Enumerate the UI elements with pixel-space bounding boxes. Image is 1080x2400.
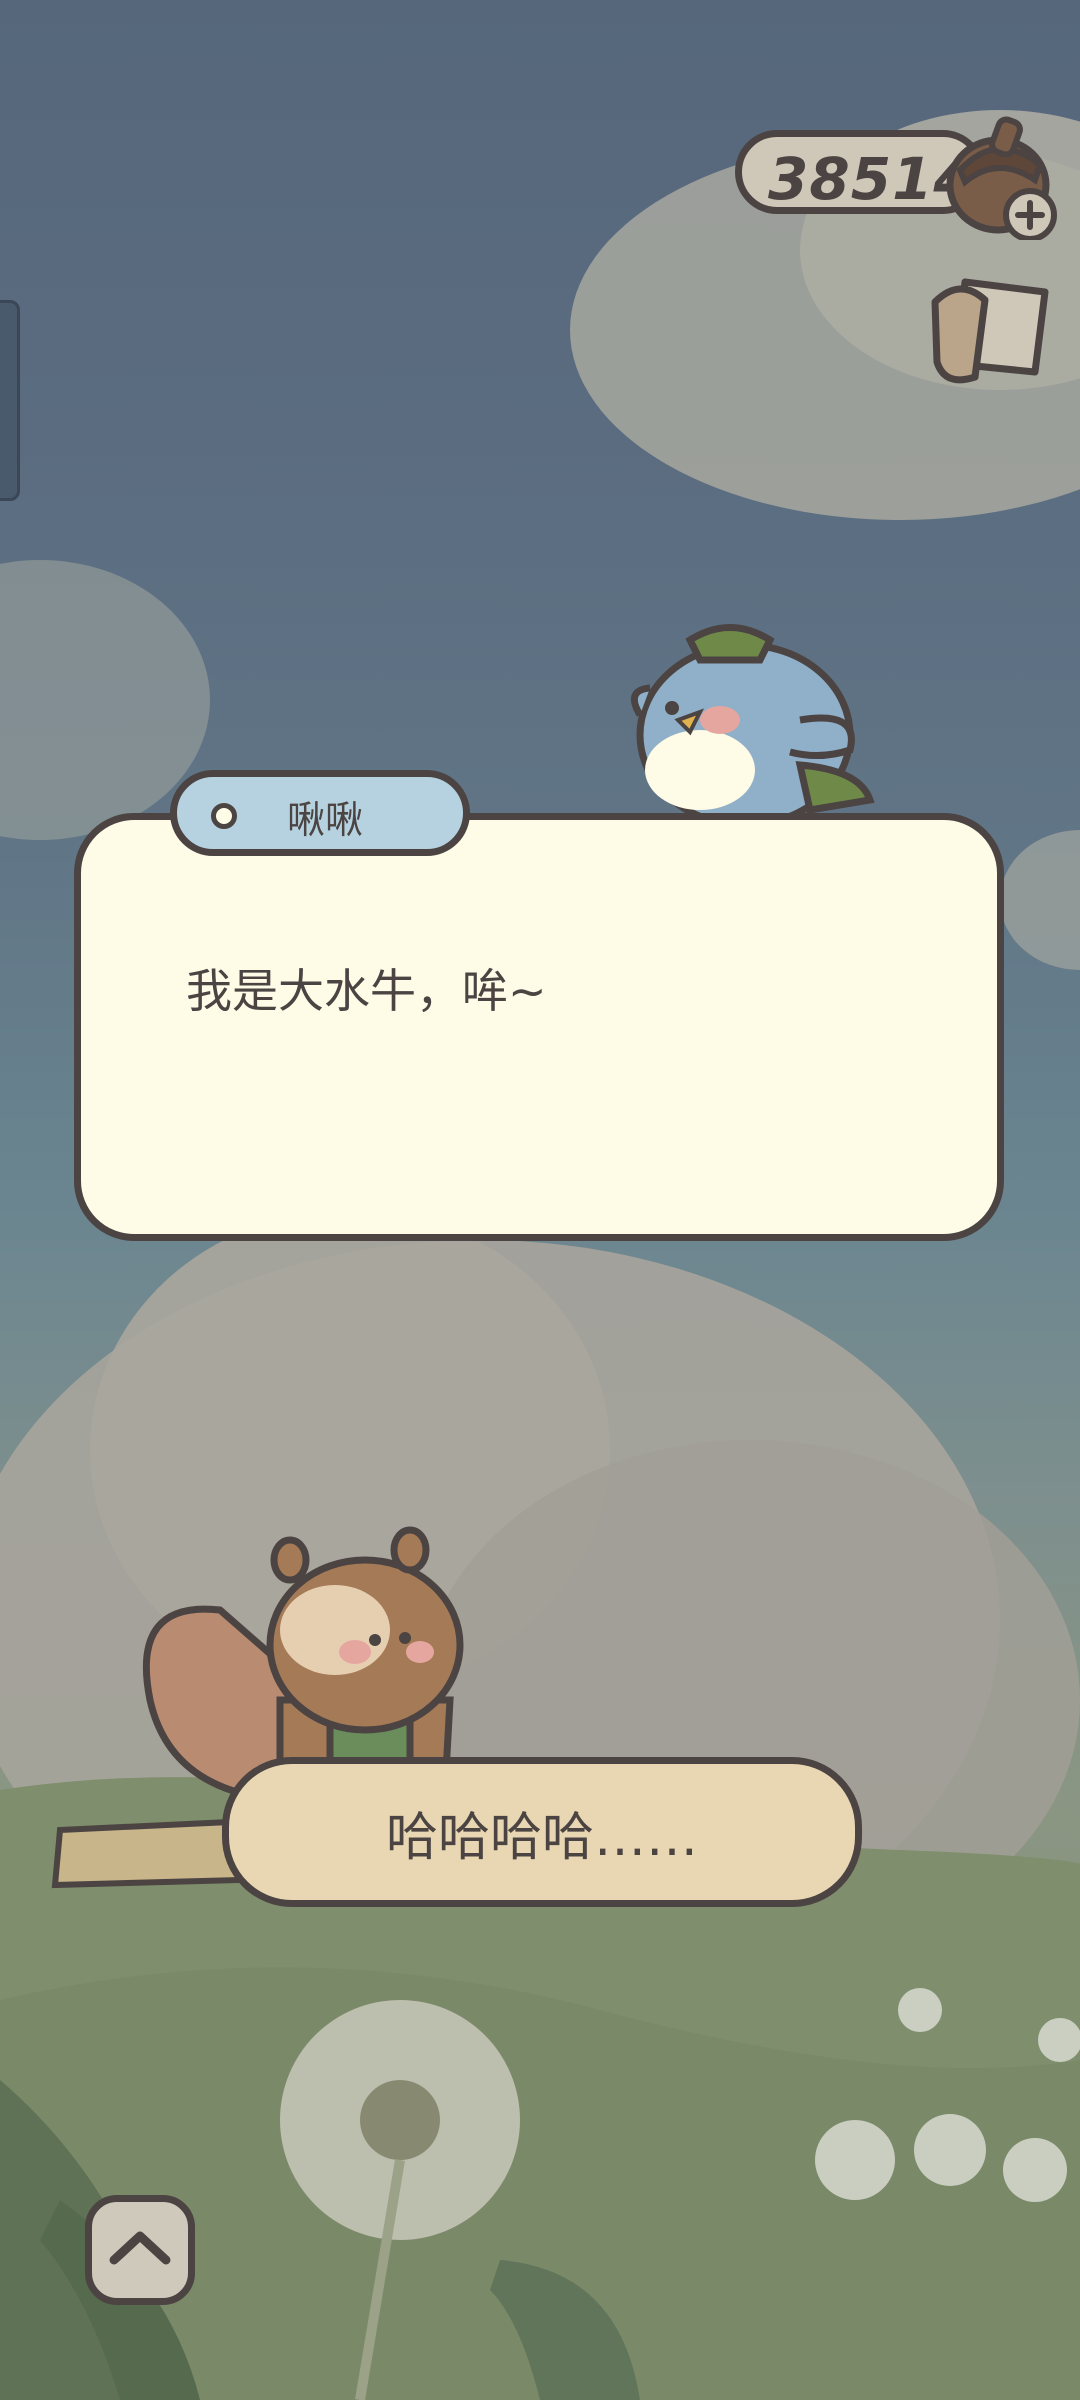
chevron-up-icon [109,2231,171,2265]
plus-icon [1003,188,1057,240]
speaker-name: 啾啾 [287,798,364,842]
expand-button[interactable] [85,2195,195,2305]
speaker-name-tag: 啾啾 [170,770,470,856]
dialog-choice-button[interactable]: 哈哈哈哈…… [222,1757,862,1907]
dialog-text: 我是大水牛，哞~ [186,964,547,1018]
dialog-box[interactable]: 我是大水牛，哞~ [74,813,1004,1241]
name-tag-dot-icon [211,803,237,829]
dialog-choice-label: 哈哈哈哈…… [385,1807,698,1868]
scroll-icon[interactable] [925,272,1060,392]
side-panel-tab[interactable] [0,300,20,501]
acorn-icon[interactable] [940,110,1060,240]
